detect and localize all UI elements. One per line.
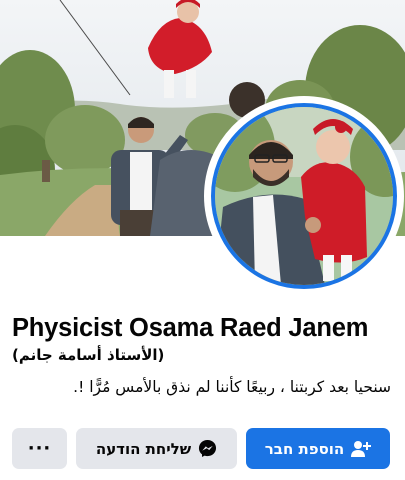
more-options-button[interactable]: ··· [12, 428, 67, 469]
profile-alternate-name: (الأستاذ أسامة جانم) [12, 346, 165, 364]
profile-bio: سنحيا بعد كربتنا ، ربيعًا كأننا لم نذق ب… [73, 378, 391, 396]
avatar [211, 103, 397, 289]
add-friend-label: הוספת חבר [264, 439, 345, 458]
send-message-label: שליחת הודעה [95, 439, 192, 458]
messenger-icon [198, 439, 217, 458]
person-plus-icon [351, 440, 372, 458]
profile-name: Physicist Osama Raed Janem [12, 314, 369, 342]
add-friend-button[interactable]: הוספת חבר [246, 428, 390, 469]
more-options-icon: ··· [27, 438, 52, 459]
send-message-button[interactable]: שליחת הודעה [76, 428, 237, 469]
profile-picture[interactable] [204, 96, 404, 296]
